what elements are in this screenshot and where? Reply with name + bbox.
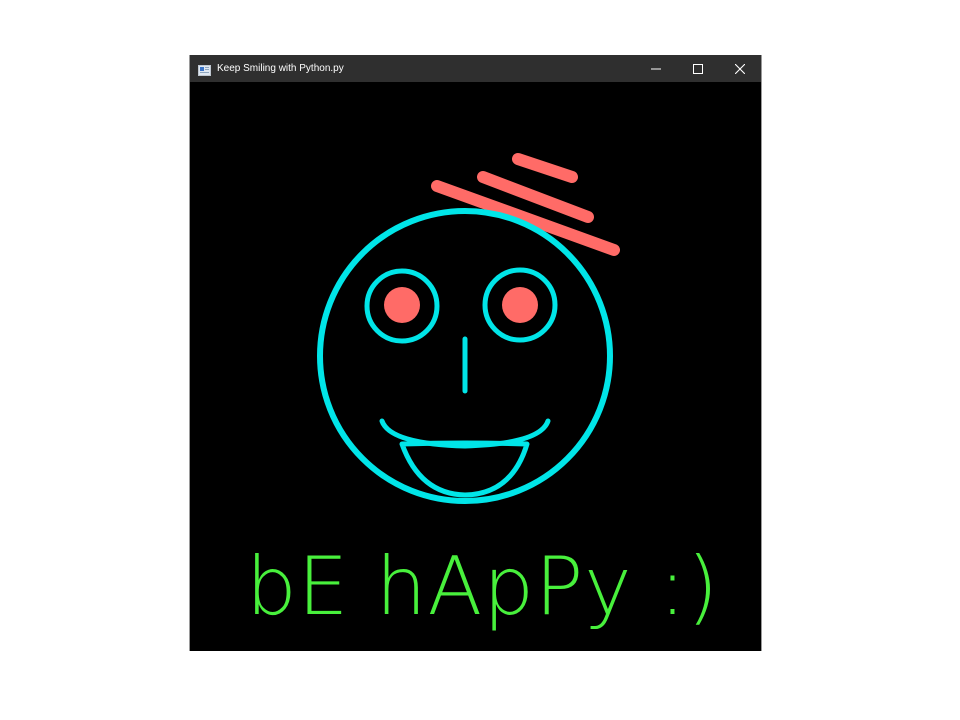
be-happy-text: bE hApPy :): [246, 540, 720, 633]
maximize-icon: [693, 63, 703, 74]
close-button[interactable]: [719, 55, 761, 82]
window-titlebar[interactable]: Keep Smiling with Python.py: [190, 55, 761, 82]
maximize-button[interactable]: [677, 55, 719, 82]
right-eye: [482, 267, 558, 343]
page: Keep Smiling with Python.py bE hApPy:): [0, 0, 960, 720]
window-title: Keep Smiling with Python.py: [217, 63, 344, 74]
hat-stripe-1: [512, 153, 578, 183]
app-window-icon: [198, 63, 211, 76]
minimize-icon: [651, 68, 661, 69]
left-pupil: [384, 287, 420, 323]
close-icon: [735, 63, 745, 74]
right-pupil: [502, 287, 538, 323]
left-eye: [364, 268, 440, 344]
minimize-button[interactable]: [635, 55, 677, 82]
window-controls: [635, 55, 761, 82]
drawing-canvas: bE hApPy :): [190, 82, 761, 651]
app-window: Keep Smiling with Python.py bE hApPy:): [190, 55, 761, 651]
hat-stripes: [431, 153, 620, 256]
mouth-opening: [399, 440, 530, 498]
